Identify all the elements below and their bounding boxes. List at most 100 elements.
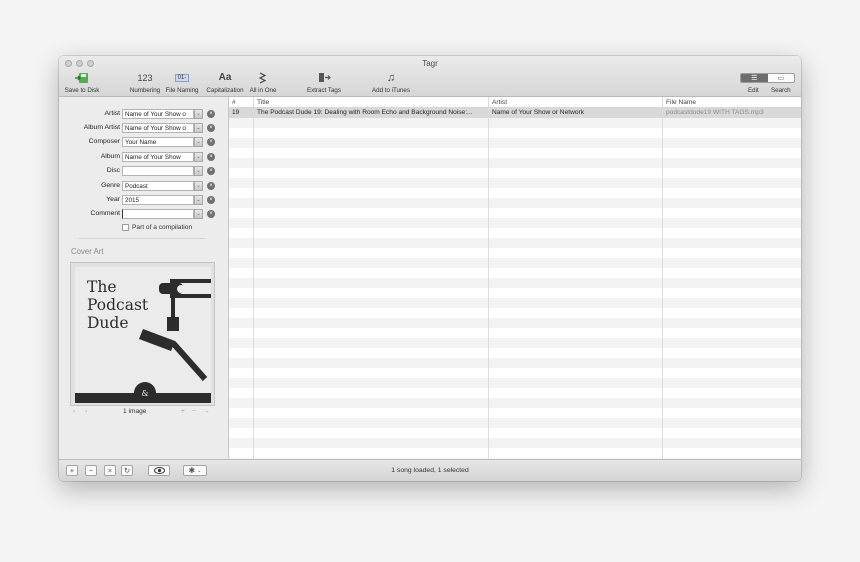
chevron-down-icon: ⌄ [196, 139, 201, 145]
clear-icon: × [209, 183, 213, 189]
list-view-icon: ☰ [751, 75, 758, 82]
all-in-one-button[interactable]: All in One [247, 70, 279, 94]
chevron-down-icon: ⌄ [196, 183, 201, 189]
column-divider[interactable] [662, 97, 663, 459]
comment-clear-button[interactable]: × [207, 210, 215, 218]
add-to-itunes-icon: ♫ [386, 71, 396, 84]
table-rows [229, 108, 801, 459]
column-header-file-name[interactable]: File Name [666, 99, 696, 106]
row-title: The Podcast Dude 19: Dealing with Room E… [257, 109, 473, 116]
album-dropdown[interactable]: ⌄ [194, 152, 203, 162]
album-artist-dropdown[interactable]: ⌄ [194, 123, 203, 133]
window-title: Tagr [422, 59, 438, 68]
genre-row: Genre Podcast ⌄ × [59, 181, 229, 192]
cover-next-button[interactable]: › [85, 408, 87, 415]
disc-clear-button[interactable]: × [207, 167, 215, 175]
comment-field[interactable] [122, 209, 194, 219]
extract-tags-icon [304, 70, 344, 85]
chevron-down-icon: ⌄ [196, 125, 201, 131]
disc-row: Disc ⌄ × [59, 166, 229, 177]
cover-art-image: The Podcast Dude & [75, 267, 211, 403]
chevron-down-icon: ⌄ [196, 197, 201, 203]
column-header-artist[interactable]: Artist [492, 99, 507, 106]
clear-icon: × [209, 139, 213, 145]
album-artist-clear-button[interactable]: × [207, 124, 215, 132]
year-dropdown[interactable]: ⌄ [194, 195, 203, 205]
cover-art-title: Cover Art [71, 247, 104, 256]
column-divider[interactable] [253, 97, 254, 459]
column-header-number[interactable]: # [232, 99, 236, 106]
composer-dropdown[interactable]: ⌄ [194, 137, 203, 147]
save-to-disk-button[interactable]: Save to Disk [63, 70, 101, 94]
genre-field[interactable]: Podcast [122, 181, 194, 191]
album-artist-row: Album Artist Name of Your Show o ⌄ × [59, 123, 229, 134]
artist-field[interactable]: Name of Your Show o [122, 109, 194, 119]
file-naming-icon: 01- [164, 70, 200, 85]
year-clear-button[interactable]: × [207, 196, 215, 204]
table-row[interactable]: 19 The Podcast Dude 19: Dealing with Roo… [229, 108, 801, 118]
capitalization-button[interactable]: Aa Capitalization [203, 70, 247, 94]
compilation-option: Part of a compilation [122, 224, 192, 231]
microphone-icon: & [75, 279, 211, 403]
comment-dropdown[interactable]: ⌄ [194, 209, 203, 219]
artist-dropdown[interactable]: ⌄ [194, 109, 203, 119]
chevron-down-icon: ⌄ [196, 111, 201, 117]
song-table: 19 The Podcast Dude 19: Dealing with Roo… [229, 97, 801, 459]
search-view-toggle[interactable]: ▭ [767, 74, 794, 82]
all-in-one-icon [247, 70, 279, 85]
extract-tags-button[interactable]: Extract Tags [304, 70, 344, 94]
genre-dropdown[interactable]: ⌄ [194, 181, 203, 191]
remove-cover-button[interactable]: − [192, 408, 196, 415]
clear-icon: × [209, 154, 213, 160]
album-clear-button[interactable]: × [207, 153, 215, 161]
artist-row: Artist Name of Your Show o ⌄ × [59, 109, 229, 120]
year-field[interactable]: 2015 [122, 195, 194, 205]
table-header: # Title Artist File Name [229, 97, 801, 108]
genre-clear-button[interactable]: × [207, 182, 215, 190]
chevron-down-icon: ⌄ [196, 168, 201, 174]
capitalization-icon: Aa [218, 72, 232, 83]
clear-icon: × [209, 197, 213, 203]
edit-view-toggle[interactable]: ☰ [741, 74, 768, 82]
compilation-label: Part of a compilation [132, 224, 193, 231]
search-view-icon: ▭ [777, 75, 785, 82]
composer-clear-button[interactable]: × [207, 138, 215, 146]
composer-field[interactable]: Your Name [122, 137, 194, 147]
row-number: 19 [232, 109, 240, 116]
svg-text:&: & [141, 389, 148, 398]
chevron-down-icon: ⌄ [196, 154, 201, 160]
toolbar: Tagr Save to Disk 123 Numbering 01- File… [59, 56, 801, 97]
numbering-icon: 123 [137, 72, 153, 83]
save-to-disk-icon [63, 70, 101, 85]
tag-editor-pane: Artist Name of Your Show o ⌄ × Album Art… [59, 97, 229, 459]
clear-icon: × [209, 211, 213, 217]
composer-row: Composer Your Name ⌄ × [59, 137, 229, 148]
add-to-itunes-button[interactable]: ♫ Add to iTunes [369, 70, 413, 95]
compilation-checkbox[interactable] [122, 224, 129, 231]
disc-dropdown[interactable]: ⌄ [194, 166, 203, 176]
status-text: 1 song loaded, 1 selected [391, 467, 469, 474]
cover-prev-button[interactable]: ‹ [73, 408, 75, 415]
clear-icon: × [209, 168, 213, 174]
cover-art-well[interactable]: The Podcast Dude & [70, 262, 215, 406]
disc-field[interactable] [122, 166, 194, 176]
edit-view-label: Edit [748, 87, 759, 94]
file-naming-button[interactable]: 01- File Naming [164, 70, 200, 94]
numbering-button[interactable]: 123 Numbering [127, 70, 163, 95]
export-cover-button[interactable]: → [203, 408, 210, 415]
view-mode-control: ☰ ▭ [740, 73, 795, 83]
app-window: Tagr Save to Disk 123 Numbering 01- File… [59, 56, 801, 481]
column-header-title[interactable]: Title [257, 99, 269, 106]
cover-art-footer: ‹ › 1 image + − → [71, 408, 215, 418]
add-cover-button[interactable]: + [181, 408, 185, 415]
artist-clear-button[interactable]: × [207, 110, 215, 118]
album-field[interactable]: Name of Your Show [122, 152, 194, 162]
album-artist-field[interactable]: Name of Your Show o [122, 123, 194, 133]
column-divider[interactable] [488, 97, 489, 459]
bottom-bar: + − × ↻ ✱ ⌄ 1 song loaded, 1 selected [59, 459, 801, 481]
clear-icon: × [209, 111, 213, 117]
image-count: 1 image [123, 408, 147, 415]
year-row: Year 2015 ⌄ × [59, 195, 229, 206]
search-view-label: Search [771, 87, 791, 94]
row-artist: Name of Your Show or Network [492, 109, 584, 116]
